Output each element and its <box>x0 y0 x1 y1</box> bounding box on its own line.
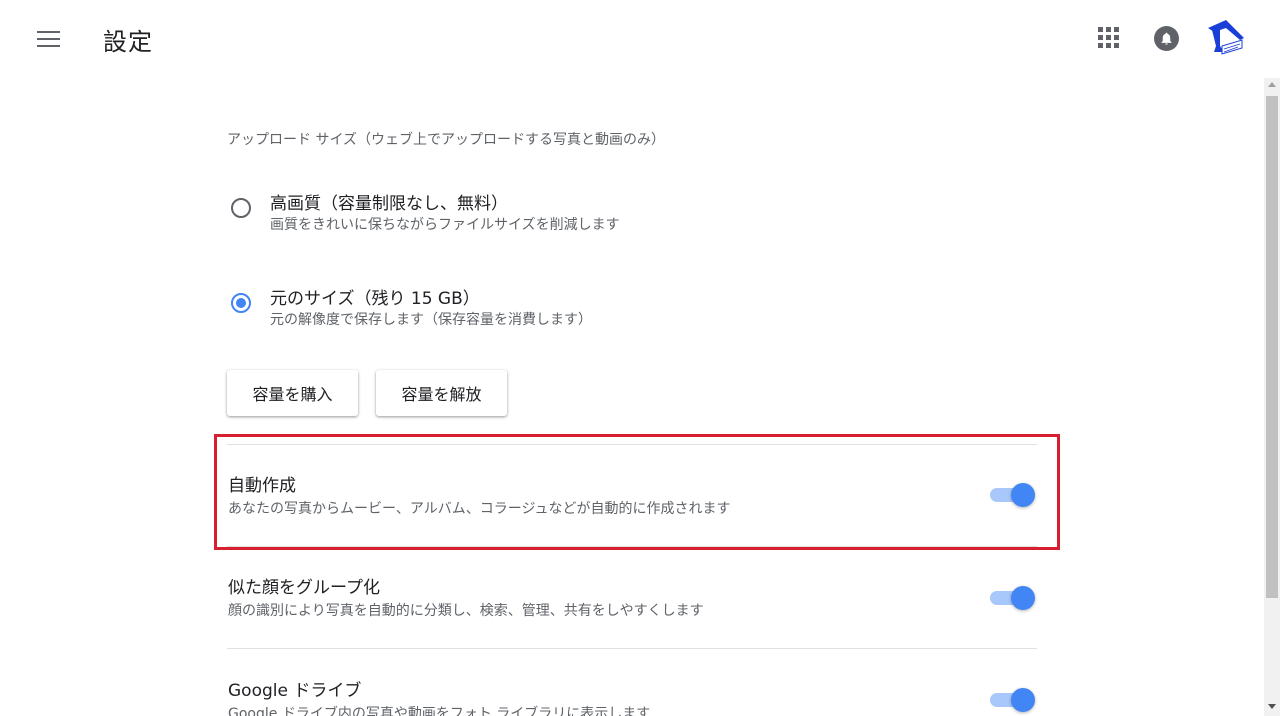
face-group-toggle[interactable] <box>990 585 1036 611</box>
top-app-bar: 設定 <box>0 0 1280 78</box>
scroll-thumb[interactable] <box>1266 96 1278 598</box>
radio-description: 元の解像度で保存します（保存容量を消費します） <box>270 312 592 328</box>
divider <box>227 546 1037 547</box>
setting-face-group-title: 似た顔をグループ化 <box>228 578 380 598</box>
scroll-down-arrow-icon[interactable] <box>1268 704 1276 709</box>
radio-description: 画質をきれいに保ちながらファイルサイズを削減します <box>270 217 620 233</box>
radio-button[interactable] <box>231 198 251 218</box>
buy-storage-button[interactable]: 容量を購入 <box>227 370 358 416</box>
bell-icon[interactable] <box>1154 26 1179 51</box>
vertical-scrollbar[interactable] <box>1264 78 1280 716</box>
apps-grid-icon[interactable] <box>1097 26 1121 50</box>
scroll-up-arrow-icon[interactable] <box>1268 82 1276 87</box>
divider <box>227 444 1037 445</box>
setting-auto-create-title: 自動作成 <box>228 476 296 496</box>
google-drive-toggle[interactable] <box>990 687 1036 713</box>
setting-google-drive-title: Google ドライブ <box>228 681 362 701</box>
radio-title: 元のサイズ（残り 15 GB） <box>270 289 480 309</box>
setting-face-group-desc: 顔の識別により写真を自動的に分類し、検索、管理、共有をしやすくします <box>228 603 704 619</box>
setting-google-drive-desc: Google ドライブ内の写真や動画をフォト ライブラリに表示します <box>228 706 651 716</box>
upload-size-label: アップロード サイズ（ウェブ上でアップロードする写真と動画のみ） <box>227 132 666 148</box>
divider <box>227 648 1037 649</box>
radio-title: 高画質（容量制限なし、無料） <box>270 194 508 214</box>
free-up-space-button[interactable]: 容量を解放 <box>376 370 507 416</box>
hamburger-menu-icon[interactable] <box>30 22 68 56</box>
settings-page: 設定 アップロード サイズ（ウェブ上でアップロードする写真と動画のみ） 高画質（… <box>0 0 1280 716</box>
radio-button-selected[interactable] <box>231 293 251 313</box>
auto-create-toggle[interactable] <box>990 482 1036 508</box>
highlight-annotation-box <box>214 434 1060 550</box>
page-title: 設定 <box>103 28 153 56</box>
setting-auto-create-desc: あなたの写真からムービー、アルバム、コラージュなどが自動的に作成されます <box>228 501 731 517</box>
account-avatar[interactable] <box>1202 16 1248 62</box>
